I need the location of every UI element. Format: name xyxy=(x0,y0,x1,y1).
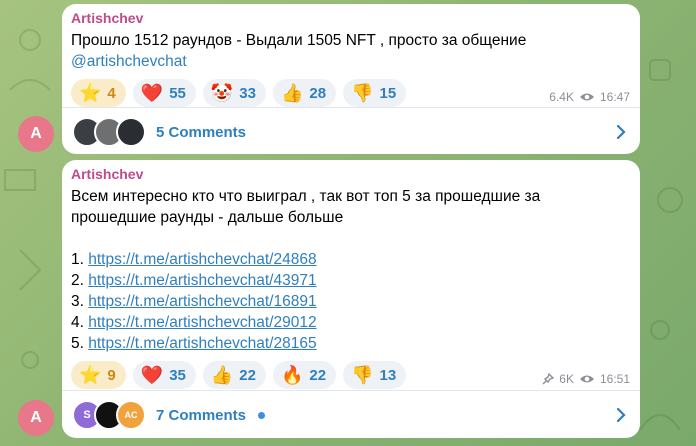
commenter-avatars xyxy=(72,117,146,147)
reaction-thumbs-down[interactable]: 👎 15 xyxy=(343,79,407,107)
list-item: 3. https://t.me/artishchevchat/16891 xyxy=(71,293,317,310)
comments-label[interactable]: 7 Comments xyxy=(156,407,246,424)
channel-avatar[interactable]: A xyxy=(18,400,54,436)
reaction-thumbs-up[interactable]: 👍 28 xyxy=(272,79,337,107)
link[interactable]: https://t.me/artishchevchat/43971 xyxy=(88,272,316,289)
timestamp: 16:51 xyxy=(599,372,630,386)
reaction-star[interactable]: ⭐ 9 xyxy=(71,361,126,389)
list-item: 4. https://t.me/artishchevchat/29012 xyxy=(71,314,317,331)
post-text: Всем интересно кто что выиграл , так вот… xyxy=(71,188,545,226)
sender-name[interactable]: Artishchev xyxy=(71,166,630,182)
link[interactable]: https://t.me/artishchevchat/24868 xyxy=(88,251,316,268)
post-text: Прошло 1512 раундов - Выдали 1505 NFT , … xyxy=(71,32,527,70)
comments-label[interactable]: 5 Comments xyxy=(156,124,246,141)
commenter-avatars: S AC xyxy=(72,400,146,430)
chevron-right-icon[interactable] xyxy=(616,407,626,423)
reaction-clown[interactable]: 🤡 33 xyxy=(202,79,266,107)
message-meta: 6K 16:51 xyxy=(542,372,630,386)
channel-post-2[interactable]: Artishchev Всем интересно кто что выигра… xyxy=(62,160,640,438)
comments-button[interactable]: 5 Comments xyxy=(62,108,640,156)
channel-post-1[interactable]: Artishchev Прошло 1512 раундов - Выдали … xyxy=(62,4,640,154)
reaction-heart[interactable]: ❤️ 55 xyxy=(132,79,196,107)
reactions-bar: ⭐ 4 ❤️ 55 🤡 33 👍 28 👎 15 xyxy=(71,79,630,107)
reaction-thumbs-down[interactable]: 👎 13 xyxy=(343,361,407,389)
reaction-heart[interactable]: ❤️ 35 xyxy=(132,361,196,389)
avatar xyxy=(116,117,146,147)
chevron-right-icon[interactable] xyxy=(616,124,626,140)
channel-avatar[interactable]: A xyxy=(18,116,54,152)
view-count: 6.4K xyxy=(549,90,574,104)
avatar: AC xyxy=(116,400,146,430)
links-list: 1. https://t.me/artishchevchat/24868 2. … xyxy=(71,249,630,354)
mention-link[interactable]: @artishchevchat xyxy=(71,53,187,70)
view-count: 6K xyxy=(559,372,574,386)
reaction-fire[interactable]: 🔥 22 xyxy=(272,361,337,389)
list-item: 5. https://t.me/artishchevchat/28165 xyxy=(71,335,317,352)
link[interactable]: https://t.me/artishchevchat/16891 xyxy=(88,293,316,310)
comments-button[interactable]: S AC 7 Comments xyxy=(62,391,640,439)
eye-icon xyxy=(579,375,594,383)
sender-name[interactable]: Artishchev xyxy=(71,10,630,26)
timestamp: 16:47 xyxy=(599,90,630,104)
link[interactable]: https://t.me/artishchevchat/29012 xyxy=(88,314,316,331)
unread-dot xyxy=(258,411,266,419)
reaction-thumbs-up[interactable]: 👍 22 xyxy=(202,361,266,389)
list-item: 2. https://t.me/artishchevchat/43971 xyxy=(71,272,317,289)
list-item: 1. https://t.me/artishchevchat/24868 xyxy=(71,251,317,268)
reaction-star[interactable]: ⭐ 4 xyxy=(71,79,126,107)
pin-icon xyxy=(542,373,555,385)
eye-icon xyxy=(579,93,594,101)
link[interactable]: https://t.me/artishchevchat/28165 xyxy=(88,335,316,352)
message-meta: 6.4K 16:47 xyxy=(549,90,630,104)
